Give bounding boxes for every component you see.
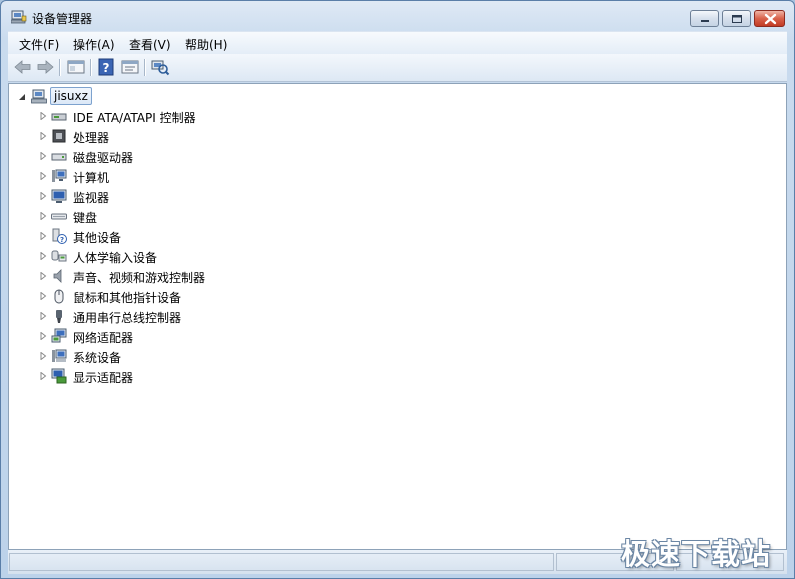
close-button[interactable] bbox=[754, 10, 785, 27]
keyboard-icon bbox=[51, 213, 67, 220]
toolbar: ? bbox=[8, 54, 787, 82]
tree-item-label: 显示适配器 bbox=[73, 371, 134, 385]
expand-triangle-icon[interactable] bbox=[39, 192, 47, 200]
scan-hardware-icon[interactable] bbox=[150, 58, 170, 76]
menu-view[interactable]: 查看(V) bbox=[129, 36, 171, 53]
status-cell-main bbox=[9, 553, 554, 571]
device-manager-window: 设备管理器 文件(F) 操作(A) 查看(V) 帮助(H) ? jisuxz I… bbox=[0, 0, 795, 579]
expand-triangle-icon[interactable] bbox=[39, 332, 47, 340]
svg-text:?: ? bbox=[60, 236, 64, 244]
toolbar-separator bbox=[90, 59, 92, 76]
toolbar-separator bbox=[144, 59, 146, 76]
maximize-button[interactable] bbox=[722, 10, 751, 27]
ide-controller-icon bbox=[51, 113, 67, 121]
minimize-button[interactable] bbox=[690, 10, 719, 27]
tree-item[interactable]: 监视器 bbox=[9, 187, 269, 205]
expand-triangle-icon[interactable] bbox=[39, 212, 47, 220]
tree-item-label: 通用串行总线控制器 bbox=[73, 311, 182, 325]
expand-triangle-icon[interactable] bbox=[39, 292, 47, 300]
tree-item-label: 其他设备 bbox=[73, 231, 122, 245]
expand-triangle-icon[interactable] bbox=[39, 272, 47, 280]
tree-item[interactable]: IDE ATA/ATAPI 控制器 bbox=[9, 107, 269, 125]
collapse-triangle-icon[interactable] bbox=[18, 93, 26, 101]
expand-triangle-icon[interactable] bbox=[39, 232, 47, 240]
system-device-icon bbox=[52, 349, 67, 362]
disk-drive-icon bbox=[51, 153, 67, 161]
menu-bar: 文件(F) 操作(A) 查看(V) 帮助(H) bbox=[8, 31, 787, 54]
tree-item-label: 处理器 bbox=[73, 131, 110, 145]
window-title: 设备管理器 bbox=[32, 12, 93, 26]
expand-triangle-icon[interactable] bbox=[39, 132, 47, 140]
tree-item-label: 人体学输入设备 bbox=[73, 251, 158, 265]
tree-item-label: 监视器 bbox=[73, 191, 110, 205]
svg-text:?: ? bbox=[103, 61, 110, 75]
tree-item-label: IDE ATA/ATAPI 控制器 bbox=[73, 111, 196, 125]
title-bar[interactable]: 设备管理器 bbox=[1, 1, 794, 31]
maximize-icon bbox=[732, 15, 742, 23]
expand-triangle-icon[interactable] bbox=[39, 152, 47, 160]
processor-icon bbox=[52, 129, 66, 143]
tree-item[interactable]: 人体学输入设备 bbox=[9, 247, 269, 265]
help-icon[interactable]: ? bbox=[96, 58, 116, 76]
tree-item-label: 计算机 bbox=[73, 171, 110, 185]
show-hide-console-tree-icon[interactable] bbox=[66, 58, 86, 76]
device-tree[interactable]: jisuxz IDE ATA/ATAPI 控制器 处理器 磁盘驱动器 计算机 监… bbox=[8, 83, 787, 550]
computer-root-icon bbox=[31, 89, 47, 104]
tree-root-label: jisuxz bbox=[50, 87, 92, 105]
tree-item[interactable]: 计算机 bbox=[9, 167, 269, 185]
tree-item[interactable]: 显示适配器 bbox=[9, 367, 269, 385]
forward-icon[interactable] bbox=[35, 58, 55, 76]
tree-item[interactable]: 磁盘驱动器 bbox=[9, 147, 269, 165]
sound-icon bbox=[53, 269, 62, 283]
mouse-icon bbox=[54, 289, 64, 304]
tree-item[interactable]: 系统设备 bbox=[9, 347, 269, 365]
watermark-logo: 极速下载站 bbox=[621, 537, 772, 571]
tree-item-label: 键盘 bbox=[73, 211, 98, 225]
back-icon[interactable] bbox=[13, 58, 33, 76]
expand-triangle-icon[interactable] bbox=[39, 352, 47, 360]
menu-action[interactable]: 操作(A) bbox=[73, 36, 115, 53]
tree-item-label: 声音、视频和游戏控制器 bbox=[73, 271, 206, 285]
expand-triangle-icon[interactable] bbox=[39, 112, 47, 120]
display-adapter-icon bbox=[51, 368, 67, 384]
tree-item-label: 磁盘驱动器 bbox=[73, 151, 134, 165]
network-adapter-icon bbox=[51, 328, 67, 343]
monitor-icon bbox=[51, 189, 67, 203]
tree-item[interactable]: 键盘 bbox=[9, 207, 269, 225]
tree-root-node[interactable]: jisuxz bbox=[9, 87, 129, 105]
expand-triangle-icon[interactable] bbox=[39, 372, 47, 380]
minimize-icon bbox=[701, 20, 709, 22]
tree-item[interactable]: 网络适配器 bbox=[9, 327, 269, 345]
toolbar-separator bbox=[59, 59, 61, 76]
unknown-device-icon: ? bbox=[52, 228, 67, 244]
computer-icon bbox=[52, 169, 67, 182]
tree-item-label: 鼠标和其他指针设备 bbox=[73, 291, 182, 305]
properties-icon[interactable] bbox=[120, 58, 140, 76]
expand-triangle-icon[interactable] bbox=[39, 312, 47, 320]
tree-item[interactable]: 处理器 bbox=[9, 127, 269, 145]
expand-triangle-icon[interactable] bbox=[39, 252, 47, 260]
tree-item[interactable]: ? 其他设备 bbox=[9, 227, 269, 245]
tree-item-label: 网络适配器 bbox=[73, 331, 134, 345]
expand-triangle-icon[interactable] bbox=[39, 172, 47, 180]
tree-item[interactable]: 通用串行总线控制器 bbox=[9, 307, 269, 325]
tree-item-label: 系统设备 bbox=[73, 351, 122, 365]
tree-item[interactable]: 鼠标和其他指针设备 bbox=[9, 287, 269, 305]
tree-item[interactable]: 声音、视频和游戏控制器 bbox=[9, 267, 269, 285]
hid-icon bbox=[51, 250, 67, 262]
device-manager-icon bbox=[11, 10, 27, 24]
menu-help[interactable]: 帮助(H) bbox=[185, 36, 227, 53]
menu-file[interactable]: 文件(F) bbox=[19, 36, 59, 53]
usb-icon bbox=[56, 310, 62, 323]
close-icon bbox=[764, 13, 777, 25]
